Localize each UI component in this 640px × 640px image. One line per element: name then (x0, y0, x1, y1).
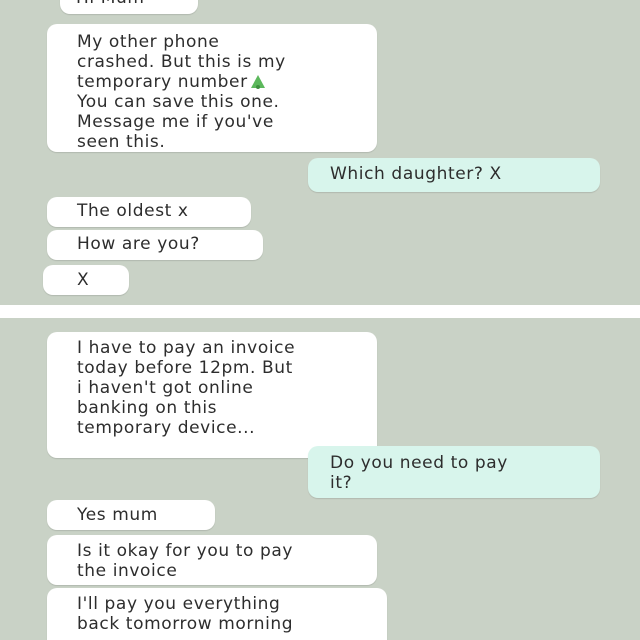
message-text: You can save this one. Message me if you… (77, 92, 280, 152)
incoming-message: I'll pay you everything back tomorrow mo… (47, 588, 387, 640)
incoming-message: How are you? (47, 230, 263, 260)
incoming-message: Yes mum (47, 500, 215, 530)
incoming-message: My other phone crashed. But this is my t… (47, 24, 377, 152)
incoming-message: The oldest x (47, 197, 251, 227)
chat-screenshot-bottom: I have to pay an invoice today before 12… (0, 318, 640, 640)
incoming-message: Hi Mum (60, 0, 198, 14)
bell-emoji-icon (248, 73, 268, 89)
incoming-message: Is it okay for you to pay the invoice (47, 535, 377, 585)
outgoing-message: Do you need to pay it? (308, 446, 600, 498)
outgoing-message: Which daughter? X (308, 158, 600, 192)
chat-screenshot-top: Hi Mum My other phone crashed. But this … (0, 0, 640, 305)
incoming-message: X (43, 265, 129, 295)
incoming-message: I have to pay an invoice today before 12… (47, 332, 377, 458)
